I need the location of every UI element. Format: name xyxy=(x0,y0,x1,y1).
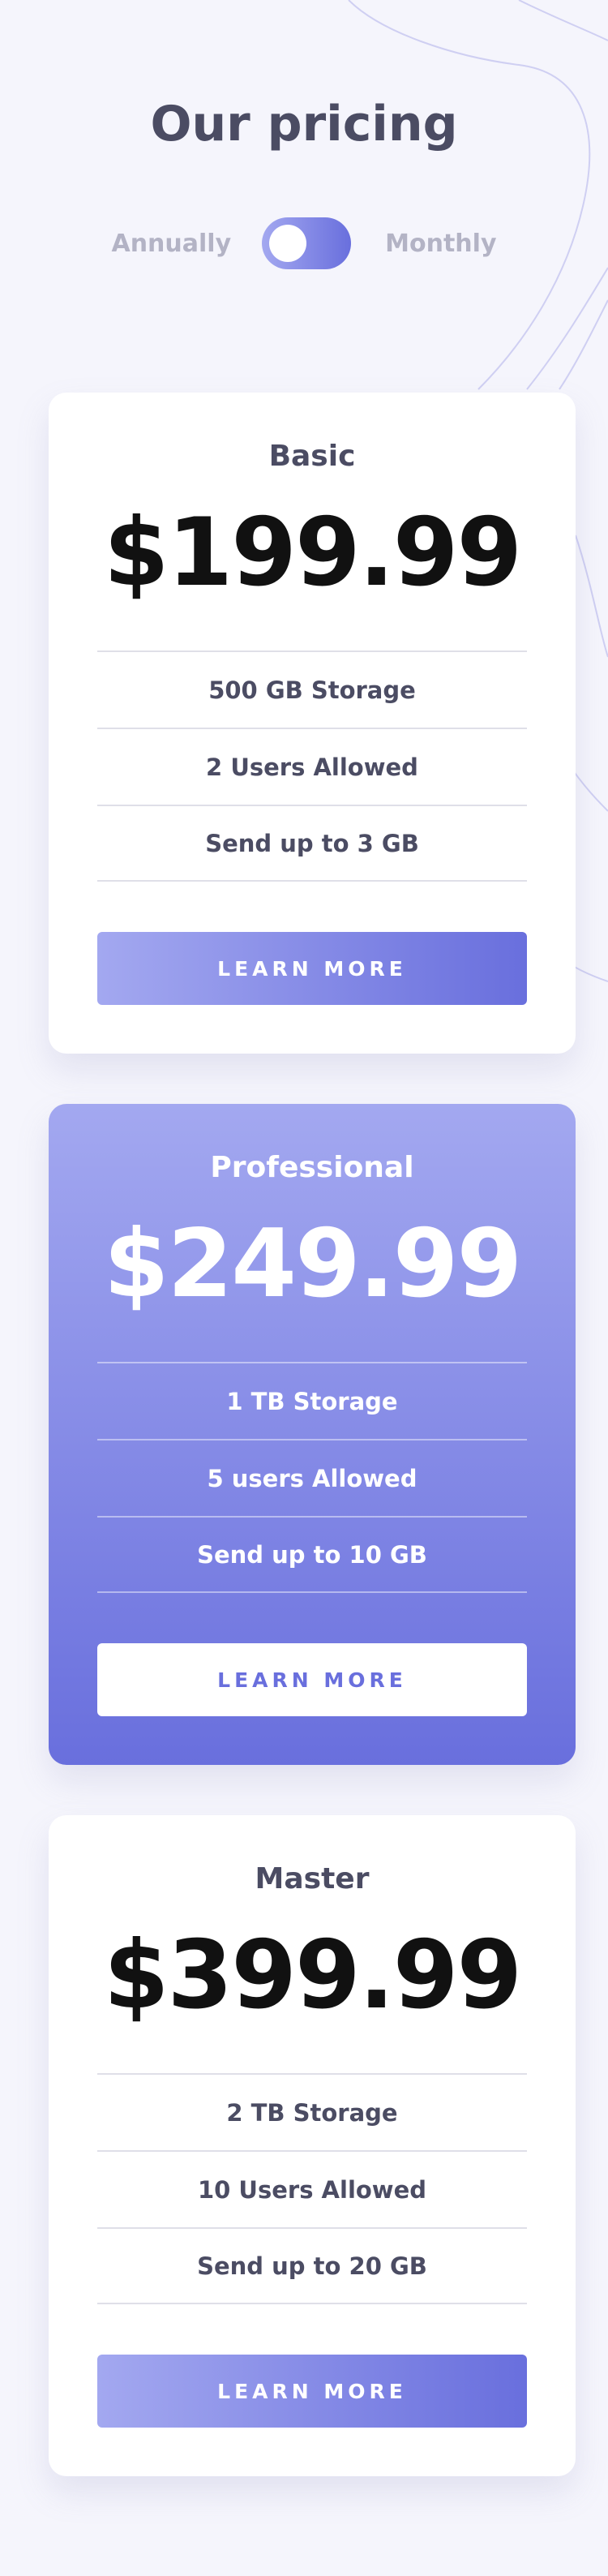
pricing-card-master: Master $399.99 2 TB Storage 10 Users All… xyxy=(49,1815,576,2476)
learn-more-button-professional[interactable]: LEARN MORE xyxy=(97,1643,527,1716)
feature-item: Send up to 3 GB xyxy=(97,805,527,882)
plan-name: Master xyxy=(255,1862,370,1896)
learn-more-button-master[interactable]: LEARN MORE xyxy=(97,2355,527,2428)
feature-list: 2 TB Storage 10 Users Allowed Send up to… xyxy=(97,2073,527,2304)
plan-name: Professional xyxy=(210,1151,414,1184)
feature-list: 1 TB Storage 5 users Allowed Send up to … xyxy=(97,1362,527,1593)
billing-label-annually[interactable]: Annually xyxy=(111,230,231,258)
pricing-page: Our pricing Annually Monthly Basic $199.… xyxy=(0,0,608,2576)
billing-period-toggle[interactable] xyxy=(262,217,352,269)
toggle-knob[interactable] xyxy=(269,225,307,262)
feature-item: Send up to 10 GB xyxy=(97,1516,527,1593)
billing-toggle-row: Annually Monthly xyxy=(0,217,608,269)
plan-price: $249.99 xyxy=(103,1209,522,1319)
plan-name: Basic xyxy=(268,440,356,473)
feature-item: 500 GB Storage xyxy=(97,650,527,728)
billing-label-monthly[interactable]: Monthly xyxy=(385,230,496,258)
learn-more-button-basic[interactable]: LEARN MORE xyxy=(97,932,527,1005)
feature-item: 2 TB Storage xyxy=(97,2073,527,2150)
feature-list: 500 GB Storage 2 Users Allowed Send up t… xyxy=(97,650,527,882)
plan-price: $199.99 xyxy=(103,498,522,608)
feature-item: 2 Users Allowed xyxy=(97,728,527,805)
feature-item: 10 Users Allowed xyxy=(97,2150,527,2227)
feature-item: 1 TB Storage xyxy=(97,1362,527,1439)
pricing-card-basic: Basic $199.99 500 GB Storage 2 Users All… xyxy=(49,393,576,1054)
pricing-card-professional: Professional $249.99 1 TB Storage 5 user… xyxy=(49,1104,576,1765)
plan-price: $399.99 xyxy=(103,1921,522,2030)
feature-item: Send up to 20 GB xyxy=(97,2227,527,2304)
page-title: Our pricing xyxy=(150,96,458,152)
feature-item: 5 users Allowed xyxy=(97,1439,527,1516)
